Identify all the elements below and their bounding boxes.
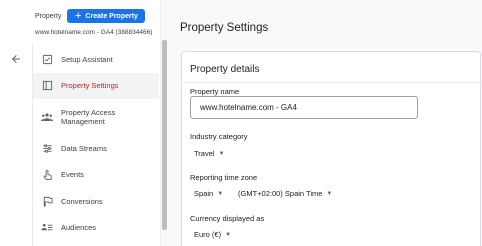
sidebar-item-property-settings[interactable]: Property Settings [33, 72, 159, 99]
plus-icon: + [74, 9, 82, 22]
reporting-time-zone-label: Reporting time zone [190, 173, 258, 182]
sidebar-item-label: Property Settings [61, 81, 119, 91]
currency-label: Currency displayed as [190, 214, 265, 223]
sidebar-item-label: Property Access Management [61, 108, 116, 126]
property-header: Property + Create Property [35, 9, 146, 23]
data-streams-icon [41, 142, 53, 154]
sidebar-nav: Setup Assistant Property Settings Proper… [33, 46, 159, 241]
timezone-dropdown[interactable]: (GMT+02:00) Spain Time ▼ [238, 189, 332, 198]
property-settings-icon [41, 80, 53, 92]
sidebar-item-data-streams[interactable]: Data Streams [33, 135, 159, 162]
sidebar-item-property-access-management[interactable]: Property Access Management [33, 99, 159, 135]
page-title: Property Settings [180, 22, 269, 34]
sidebar-item-label: Setup Assistant [61, 54, 113, 64]
dropdown-arrow-icon: ▼ [326, 190, 333, 197]
back-arrow-icon[interactable] [8, 51, 24, 67]
touch-icon [41, 169, 53, 181]
sidebar-item-label: Data Streams [61, 143, 107, 153]
card-title: Property details [190, 64, 260, 75]
property-details-card: Property details Property name www.hotel… [181, 51, 482, 246]
create-property-label: Create Property [85, 12, 138, 20]
create-property-button[interactable]: + Create Property [67, 9, 146, 23]
sidebar-item-conversions[interactable]: Conversions [33, 188, 159, 215]
property-id: www.hotelname.com - GA4 (388834466) [35, 29, 153, 36]
dropdown-arrow-icon: ▼ [218, 150, 225, 157]
sidebar-item-label: Audiences [61, 223, 97, 233]
dropdown-arrow-icon: ▼ [225, 231, 232, 238]
property-name-label: Property name [190, 87, 240, 96]
property-label: Property [35, 12, 62, 20]
sidebar-item-label: Events [61, 170, 84, 180]
timezone-country-dropdown[interactable]: Spain ▼ [194, 189, 223, 198]
timezone-country-value: Spain [194, 189, 214, 198]
industry-category-value: Travel [194, 149, 215, 158]
card-divider [182, 82, 482, 83]
scrollbar-thumb[interactable] [162, 40, 167, 230]
checklist-icon [41, 53, 53, 65]
main-content: Property Settings Property details Prope… [168, 0, 482, 246]
industry-category-label: Industry category [190, 132, 248, 141]
sidebar-item-setup-assistant[interactable]: Setup Assistant [33, 46, 159, 73]
sidebar-item-events[interactable]: Events [33, 162, 159, 189]
sidebar-item-audiences[interactable]: Audiences [33, 215, 159, 242]
property-name-value: www.hotelname.com - GA4 [200, 103, 297, 112]
industry-category-dropdown[interactable]: Travel ▼ [194, 149, 225, 158]
sidebar-scrollbar[interactable] [160, 0, 168, 246]
currency-value: Euro (€) [194, 230, 222, 239]
timezone-value: (GMT+02:00) Spain Time [238, 189, 323, 198]
dropdown-arrow-icon: ▼ [217, 190, 224, 197]
audiences-icon [41, 222, 53, 234]
flag-icon [41, 195, 53, 207]
sidebar-item-label: Conversions [61, 196, 103, 206]
left-panel: Property + Create Property www.hotelname… [0, 0, 168, 246]
property-name-input[interactable]: www.hotelname.com - GA4 [190, 96, 418, 119]
currency-dropdown[interactable]: Euro (€) ▼ [194, 230, 231, 239]
people-icon [41, 111, 53, 123]
